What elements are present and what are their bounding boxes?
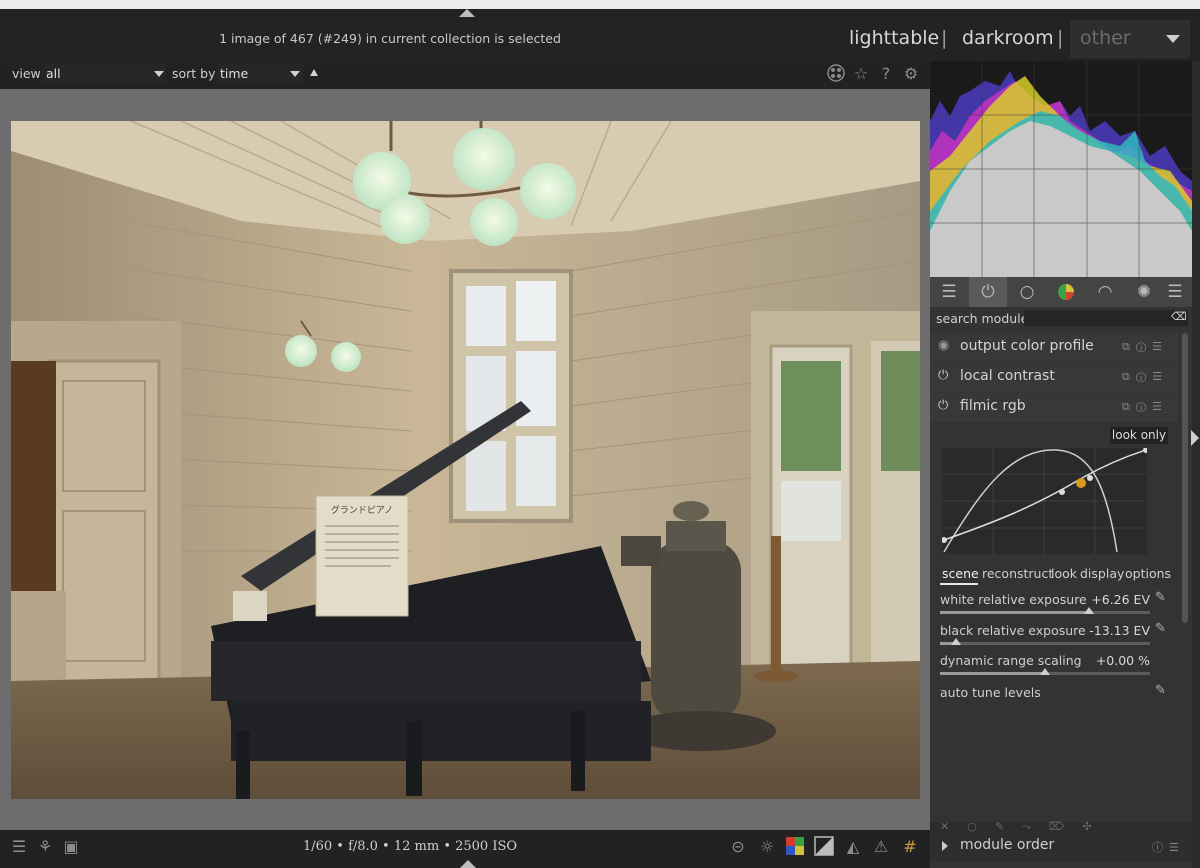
sort-value: time <box>220 66 249 81</box>
expand-arrow-icon <box>942 841 948 851</box>
module-name: local contrast <box>960 368 1055 384</box>
panel-scrollbar[interactable] <box>1182 333 1188 623</box>
sort-order-toggle-icon[interactable] <box>310 69 318 76</box>
module-name: output color profile <box>960 338 1094 354</box>
picker-icon[interactable]: ✎ <box>1155 590 1166 605</box>
module-actions[interactable]: ⧉ⓘ☰ <box>1122 340 1168 354</box>
more-tabs-icon[interactable]: ☰ <box>1156 277 1194 307</box>
color-icon[interactable] <box>1047 277 1085 307</box>
selection-status: 1 image of 467 (#249) in current collect… <box>219 31 561 46</box>
search-module-label: search module <box>936 311 1029 326</box>
collapse-right-panel-arrow[interactable] <box>1191 430 1199 446</box>
view-filter-label: view <box>12 66 41 81</box>
filmic-tab-look[interactable]: look <box>1051 566 1077 581</box>
chevron-down-icon <box>1166 35 1180 43</box>
settings-icon[interactable]: ⚙ <box>901 64 921 84</box>
window-top-strip <box>0 0 1200 9</box>
menu-lines-icon[interactable]: ☰ <box>8 836 30 858</box>
filmic-tab-options[interactable]: options <box>1125 566 1171 581</box>
warning-icon[interactable]: ⚠ <box>870 836 892 858</box>
white-exposure-value[interactable]: +6.26 EV <box>1080 592 1150 607</box>
guides-icon[interactable]: # <box>899 836 921 858</box>
black-exposure-value[interactable]: -13.13 EV <box>1080 623 1150 638</box>
white-exposure-fill <box>940 611 1090 614</box>
bulb-icon[interactable]: ☼ <box>756 836 778 858</box>
histogram[interactable] <box>930 61 1192 277</box>
slider-marker[interactable] <box>1040 668 1050 675</box>
filmic-tab-reconstruct[interactable]: reconstruct <box>982 566 1053 581</box>
view-separator: | <box>941 27 948 49</box>
active-tab-indicator <box>940 583 978 585</box>
help-icon[interactable]: ? <box>876 64 896 84</box>
slider-marker[interactable] <box>1084 607 1094 614</box>
clear-search-icon[interactable]: ⌫ <box>1171 310 1187 323</box>
view-darkroom-link[interactable]: darkroom <box>962 27 1054 49</box>
collapse-top-panel-arrow[interactable] <box>459 9 475 17</box>
photo-preview[interactable]: グランドピアノ <box>11 121 920 799</box>
picker-icon[interactable]: ✎ <box>1155 683 1166 698</box>
module-actions[interactable]: ⧉ⓘ☰ <box>1122 400 1168 414</box>
grouping-icon[interactable] <box>826 64 846 84</box>
dynamic-range-fill <box>940 672 1045 675</box>
filmic-tab-display[interactable]: display <box>1080 566 1124 581</box>
gamut-check-icon[interactable]: ◭ <box>842 836 864 858</box>
power-icon[interactable]: ⏻ <box>969 277 1007 307</box>
chevron-down-icon <box>154 71 164 77</box>
module-order-label: module order <box>960 837 1055 853</box>
radio-icon[interactable]: ◉ <box>938 338 949 353</box>
view-separator: | <box>1057 27 1064 49</box>
black-exposure-label: black relative exposure <box>940 623 1086 638</box>
view-other-label: other <box>1080 27 1131 49</box>
module-actions[interactable]: ⧉ⓘ☰ <box>1122 370 1168 384</box>
power-icon[interactable]: ⏻ <box>938 398 948 413</box>
collapse-bottom-panel-arrow[interactable] <box>460 860 476 868</box>
exif-info: 1/60 • f/8.0 • 12 mm • 2500 ISO <box>302 839 518 854</box>
presets-icon[interactable]: ⚘ <box>34 836 56 858</box>
correct-icon[interactable]: ◠ <box>1086 277 1124 307</box>
module-order-actions[interactable]: ⓘ☰ <box>1152 839 1185 855</box>
presets-icon[interactable]: ☰ <box>930 277 968 307</box>
base-icon[interactable]: ○ <box>1008 277 1046 307</box>
slider-marker[interactable] <box>951 638 961 645</box>
auto-tune-label[interactable]: auto tune levels <box>940 685 1041 700</box>
view-lighttable-link[interactable]: lighttable <box>849 27 939 49</box>
graph-mode-label[interactable]: look only <box>1110 427 1168 444</box>
dynamic-range-label: dynamic range scaling <box>940 653 1082 668</box>
chevron-down-icon <box>290 71 300 77</box>
white-exposure-label: white relative exposure <box>940 592 1087 607</box>
piano-sign-text: グランドピアノ <box>331 504 393 516</box>
display-icon[interactable]: ▣ <box>60 836 82 858</box>
filmic-tab-scene[interactable]: scene <box>942 566 979 581</box>
sort-label: sort by <box>172 66 216 81</box>
search-module-input[interactable] <box>1024 310 1188 326</box>
softproof-icon[interactable] <box>813 836 835 858</box>
color-assessment-icon[interactable] <box>784 836 806 858</box>
black-exposure-slider[interactable] <box>940 642 1150 645</box>
star-icon[interactable]: ☆ <box>851 64 871 84</box>
dynamic-range-value[interactable]: +0.00 % <box>1080 653 1150 668</box>
power-icon[interactable]: ⏻ <box>938 368 948 383</box>
module-name: filmic rgb <box>960 398 1026 414</box>
view-filter-value: all <box>46 66 61 81</box>
focus-peaking-icon[interactable]: ⊝ <box>727 836 749 858</box>
filmic-curve-graph[interactable] <box>942 448 1147 554</box>
picker-icon[interactable]: ✎ <box>1155 621 1166 636</box>
